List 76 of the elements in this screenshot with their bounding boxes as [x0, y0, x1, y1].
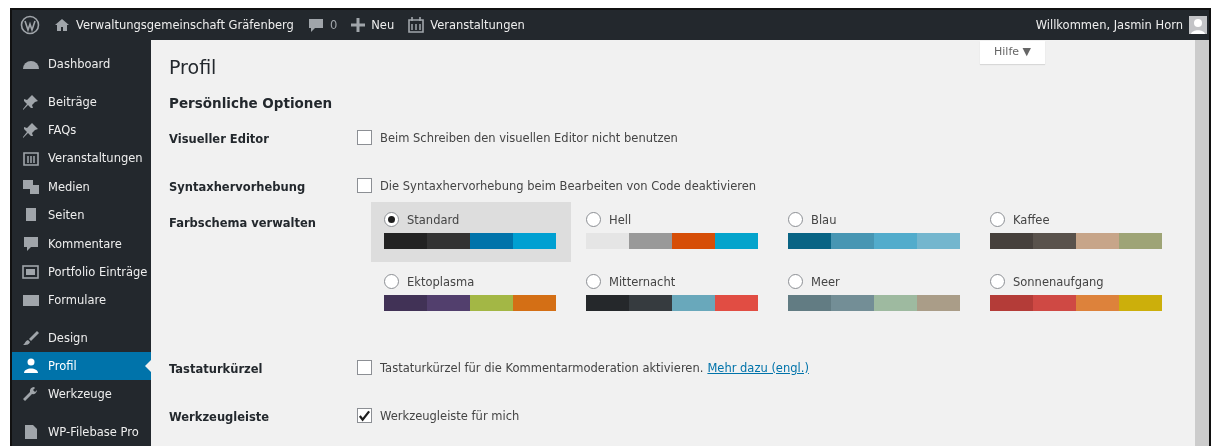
pin-icon	[22, 121, 40, 138]
color-scheme-option[interactable]: Blau	[775, 202, 975, 262]
radio-button[interactable]	[990, 274, 1005, 289]
sidebar-item[interactable]: FAQs	[12, 115, 151, 145]
checkbox-label: Beim Schreiben den visuellen Editor nicht benutzen	[380, 130, 678, 145]
sidebar-item[interactable]: WP-Filebase Pro	[12, 417, 151, 446]
more-info-link[interactable]: Mehr dazu (engl.)	[707, 360, 809, 375]
color-scheme-option[interactable]: Ektoplasma	[371, 264, 571, 324]
sidebar-item[interactable]: Dashboard	[12, 50, 151, 79]
sidebar-item[interactable]: Beiträge	[12, 87, 151, 116]
checkbox[interactable]	[357, 360, 372, 375]
calendar-icon	[408, 17, 425, 33]
sidebar-item[interactable]: Veranstaltungen	[12, 144, 151, 173]
brush-icon	[22, 329, 40, 346]
wrench-icon	[22, 386, 40, 403]
scrollbar[interactable]	[1195, 40, 1209, 446]
new-link[interactable]: Neu	[351, 18, 395, 32]
events-link[interactable]: Veranstaltungen	[408, 17, 525, 33]
sidebar-item[interactable]: Kommentare	[12, 229, 151, 258]
radio-button[interactable]	[990, 212, 1005, 227]
checkbox[interactable]	[357, 408, 372, 423]
field-label: Tastaturkürzel	[169, 361, 264, 376]
sidebar-item[interactable]: Werkzeuge	[12, 380, 151, 409]
scheme-name: Mitternacht	[609, 274, 676, 289]
color-scheme-option[interactable]: Sonnenaufgang	[977, 264, 1177, 324]
comment-icon	[22, 235, 40, 252]
radio-button[interactable]	[586, 212, 601, 227]
radio-button[interactable]	[384, 274, 399, 289]
radio-button[interactable]	[788, 212, 803, 227]
color-scheme-option[interactable]: Mitternacht	[573, 264, 773, 324]
color-scheme-option[interactable]: Kaffee	[977, 202, 1177, 262]
scheme-name: Meer	[811, 274, 840, 289]
radio-button[interactable]	[788, 274, 803, 289]
wordpress-logo-icon[interactable]	[20, 15, 40, 35]
sidebar-item[interactable]: Seiten	[12, 200, 151, 230]
checkbox-label: Werkzeugleiste für mich	[380, 408, 520, 423]
checkbox-label: Die Syntaxhervorhebung beim Bearbeiten von Code deaktivieren	[380, 178, 757, 193]
speech-bubble-icon	[307, 17, 324, 33]
section-title: Persönliche Optionen	[169, 95, 334, 111]
pin-icon	[22, 93, 40, 110]
checkbox-label: Tastaturkürzel für die Kommentarmoderation aktivieren.	[380, 360, 704, 375]
radio-button[interactable]	[384, 212, 399, 227]
avatar-icon[interactable]	[1189, 16, 1207, 34]
sidebar-item[interactable]: Profil	[12, 351, 151, 381]
comments-link[interactable]: 0	[307, 17, 338, 33]
checkbox[interactable]	[357, 130, 372, 145]
field-label: Visueller Editor	[169, 131, 270, 146]
color-scheme-option[interactable]: Meer	[775, 264, 975, 324]
greeting-link[interactable]: Willkommen, Jasmin Horn	[1035, 18, 1183, 32]
color-scheme-option[interactable]: Standard	[371, 202, 571, 262]
plus-icon	[351, 18, 366, 32]
site-name-link[interactable]: Verwaltungsgemeinschaft Gräfenberg	[54, 18, 294, 32]
help-button[interactable]: Hilfe ▼	[980, 41, 1045, 64]
media-icon	[22, 178, 40, 195]
checkbox[interactable]	[357, 178, 372, 193]
scheme-name: Hell	[609, 212, 632, 227]
portfolio-icon	[22, 263, 40, 280]
sidebar-item[interactable]: Design	[12, 323, 151, 352]
calendar-icon	[22, 150, 40, 167]
sidebar-item[interactable]: Formulare	[12, 286, 151, 315]
home-icon	[54, 18, 70, 32]
scheme-name: Sonnenaufgang	[1013, 274, 1104, 289]
scheme-name: Kaffee	[1013, 212, 1050, 227]
field-label: Syntaxhervorhebung	[169, 179, 307, 194]
sidebar-item[interactable]: Portfolio Einträge	[12, 257, 151, 287]
color-scheme-option[interactable]: Hell	[573, 202, 773, 262]
scheme-name: Blau	[811, 212, 837, 227]
field-label: Werkzeugleiste	[169, 409, 271, 424]
page-title: Profil	[169, 56, 218, 78]
scheme-name: Ektoplasma	[407, 274, 475, 289]
field-label: Farbschema verwalten	[169, 215, 318, 230]
sidebar-item[interactable]: Medien	[12, 172, 151, 201]
radio-button[interactable]	[586, 274, 601, 289]
scheme-name: Standard	[407, 212, 460, 227]
user-icon	[22, 358, 40, 375]
file-icon	[22, 423, 40, 440]
